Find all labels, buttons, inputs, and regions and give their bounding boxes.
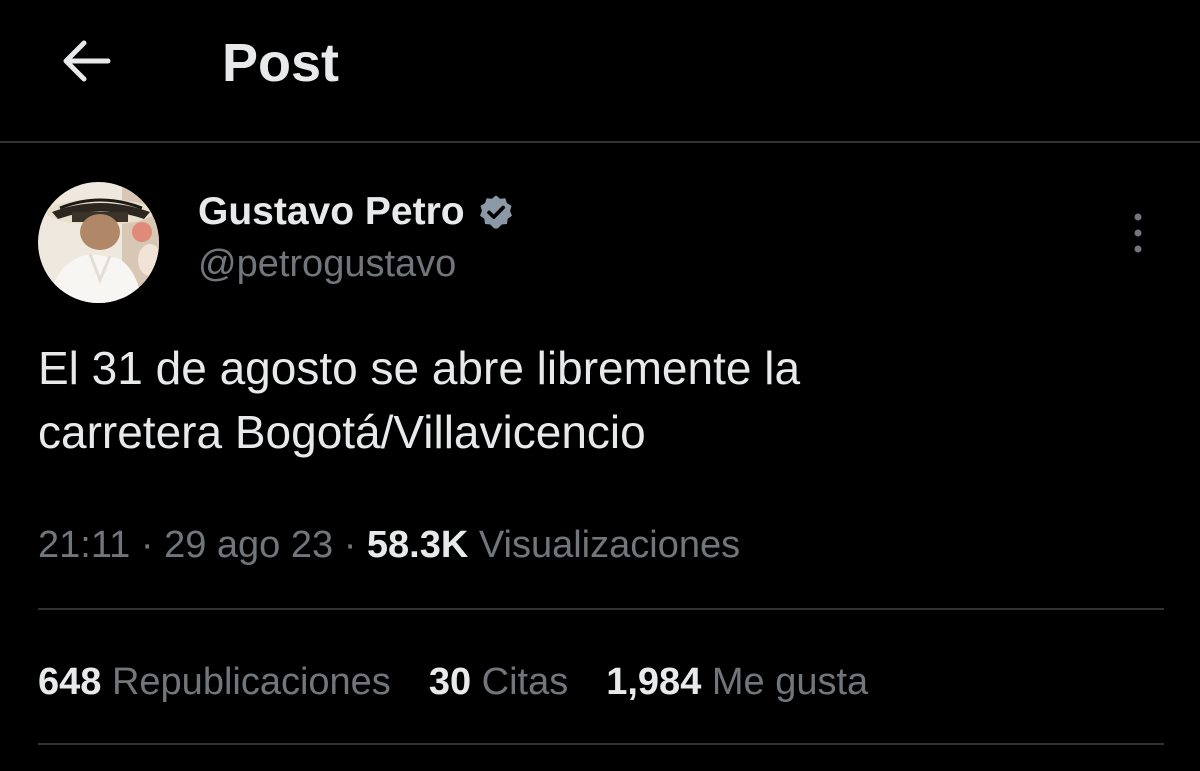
engagement-stats: 648 Republicaciones 30 Citas 1,984 Me gu…: [38, 656, 906, 708]
views-label: Visualizaciones: [478, 524, 741, 566]
quotes-count: 30: [428, 661, 472, 703]
likes-label: Me gusta: [711, 661, 869, 703]
back-button[interactable]: [55, 30, 117, 92]
divider: [38, 608, 1164, 610]
more-options-button[interactable]: [1118, 205, 1158, 261]
profile-photo: [38, 182, 159, 303]
post-meta: 21:11 · 29 ago 23 · 58.3K Visualizacione…: [38, 520, 740, 570]
arrow-left-icon: [63, 40, 111, 82]
more-vertical-icon: [1134, 213, 1142, 253]
post-date[interactable]: 29 ago 23: [164, 524, 333, 566]
post-text-line-2: carretera Bogotá/Villavicencio: [38, 406, 646, 458]
reposts-label: Republicaciones: [111, 661, 391, 703]
author-handle[interactable]: @petrogustavo: [198, 243, 456, 286]
post-text-line-1: El 31 de agosto se abre libremente la: [38, 342, 801, 394]
verified-badge-icon[interactable]: [477, 193, 515, 231]
likes-count: 1,984: [606, 661, 702, 703]
author-name-row: Gustavo Petro: [198, 188, 515, 236]
divider: [38, 743, 1164, 745]
likes-stat[interactable]: 1,984 Me gusta: [606, 656, 868, 708]
top-bar: Post: [0, 0, 1200, 143]
meta-separator: ·: [140, 524, 154, 566]
reposts-count: 648: [38, 661, 102, 703]
quotes-label: Citas: [481, 661, 569, 703]
quotes-stat[interactable]: 30 Citas: [429, 656, 568, 708]
author-name[interactable]: Gustavo Petro: [198, 190, 465, 234]
post-time[interactable]: 21:11: [38, 524, 130, 566]
post-text: El 31 de agosto se abre libremente la ca…: [38, 336, 1158, 464]
avatar[interactable]: [38, 182, 159, 303]
views-count: 58.3K: [366, 524, 469, 566]
meta-separator: ·: [343, 524, 357, 566]
page-title: Post: [222, 33, 340, 93]
reposts-stat[interactable]: 648 Republicaciones: [38, 656, 391, 708]
